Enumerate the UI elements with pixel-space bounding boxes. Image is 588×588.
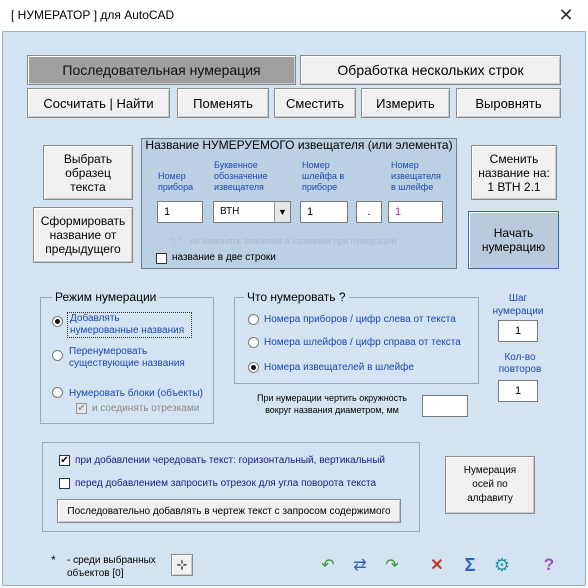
change-name-button[interactable]: Сменить название на: 1 ВТН 2.1 (471, 145, 557, 200)
count-find-button[interactable]: Сосчитать | Найти (27, 88, 170, 118)
axes-alphabet-button[interactable]: Нумерация осей по алфавиту (445, 456, 535, 514)
mode-renumber-radio[interactable] (52, 350, 63, 361)
tab-multiple-lines[interactable]: Обработка нескольких строк (300, 55, 561, 85)
ask-segment-checkbox[interactable] (59, 478, 70, 489)
alternate-checkbox[interactable]: ✔ (59, 455, 70, 466)
align-button[interactable]: Выровнять (456, 88, 561, 118)
tools-icon[interactable]: ✕ (424, 553, 450, 577)
sigma-icon[interactable]: Σ (457, 553, 483, 577)
hint-text: "=" - не изменять значение в названии пр… (170, 236, 397, 246)
letter-code-select[interactable]: ВТН ▼ (213, 201, 291, 223)
join-segments-label: и соединять отрезками (92, 403, 200, 414)
detector-no-label: Номер извещателя в шлейфе (391, 160, 441, 192)
what-detectors-radio[interactable] (248, 362, 259, 373)
chevron-down-icon[interactable]: ▼ (274, 202, 290, 222)
form-name-button[interactable]: Сформировать название от предыдущего (33, 207, 133, 263)
two-lines-checkbox[interactable] (156, 253, 167, 264)
select-sample-button[interactable]: Выбрать образец текста (43, 145, 133, 200)
change-button[interactable]: Поменять (177, 88, 269, 118)
mode-group-title: Режим нумерации (52, 290, 160, 304)
name-panel-title: Название НУМЕРУЕМОГО извещателя (или эле… (145, 138, 453, 152)
loop-no-label: Номер шлейфа в приборе (302, 160, 345, 192)
selected-objects-label: - среди выбранных объектов [0] (67, 555, 156, 579)
what-devices-radio[interactable] (248, 314, 259, 325)
device-no-field[interactable]: 1 (157, 201, 203, 223)
ask-segment-label: перед добавлением запросить отрезок для … (75, 478, 377, 489)
start-numbering-button[interactable]: Начать нумерацию (468, 211, 559, 269)
tab-sequential[interactable]: Последовательная нумерация (27, 55, 296, 85)
letter-code-value: ВТН (220, 206, 240, 217)
asterisk-mark: * (51, 553, 56, 567)
separator-field[interactable]: . (356, 201, 382, 223)
step-field[interactable]: 1 (498, 320, 538, 342)
repeats-label: Кол-во повторов (498, 352, 542, 375)
what-loops-label[interactable]: Номера шлейфов / цифр справа от текста (264, 337, 461, 349)
join-segments-checkbox[interactable]: ✔ (76, 403, 87, 414)
repeats-field[interactable]: 1 (498, 380, 538, 402)
mode-add-radio[interactable] (52, 316, 63, 327)
gear-icon[interactable]: ⚙ (489, 553, 515, 577)
detector-no-field[interactable]: 1 (388, 201, 443, 223)
redo-icon[interactable]: ↷ (379, 553, 405, 577)
what-group-title: Что нумеровать ? (244, 290, 349, 304)
help-icon[interactable]: ? (536, 553, 562, 577)
add-sequential-button[interactable]: Последовательно добавлять в чертеж текст… (57, 499, 401, 523)
close-icon[interactable]: ✕ (554, 4, 578, 26)
what-loops-radio[interactable] (248, 337, 259, 348)
device-no-label: Номер прибора (158, 171, 194, 192)
refresh-icon[interactable]: ⇄ (347, 553, 373, 577)
shift-button[interactable]: Сместить (274, 88, 356, 118)
alternate-label: при добавлении чередовать текст: горизон… (75, 455, 385, 466)
mode-blocks-radio[interactable] (52, 387, 63, 398)
loop-no-field[interactable]: 1 (300, 201, 348, 223)
circle-label: При нумерации чертить окружность вокруг … (256, 393, 407, 415)
mode-renumber-label[interactable]: Перенумеровать существующие названия (69, 346, 199, 370)
two-lines-label: название в две строки (172, 252, 276, 263)
mode-add-label[interactable]: Добавлять нумерованные названия (67, 312, 192, 338)
select-objects-icon[interactable]: ⊹ (171, 554, 193, 576)
letter-code-label: Буквенное обозначение извещателя (214, 160, 268, 192)
measure-button[interactable]: Измерить (361, 88, 450, 118)
mode-blocks-label[interactable]: Нумеровать блоки (объекты) (69, 388, 209, 400)
step-label: Шаг нумерации (492, 293, 544, 317)
window-title: [ НУМЕРАТОР ] для AutoCAD (0, 0, 588, 31)
what-devices-label[interactable]: Номера приборов / цифр слева от текста (264, 314, 456, 326)
what-detectors-label[interactable]: Номера извещателей в шлейфе (264, 362, 414, 374)
undo-icon[interactable]: ↶ (315, 553, 341, 577)
circle-diameter-field[interactable] (422, 395, 468, 417)
